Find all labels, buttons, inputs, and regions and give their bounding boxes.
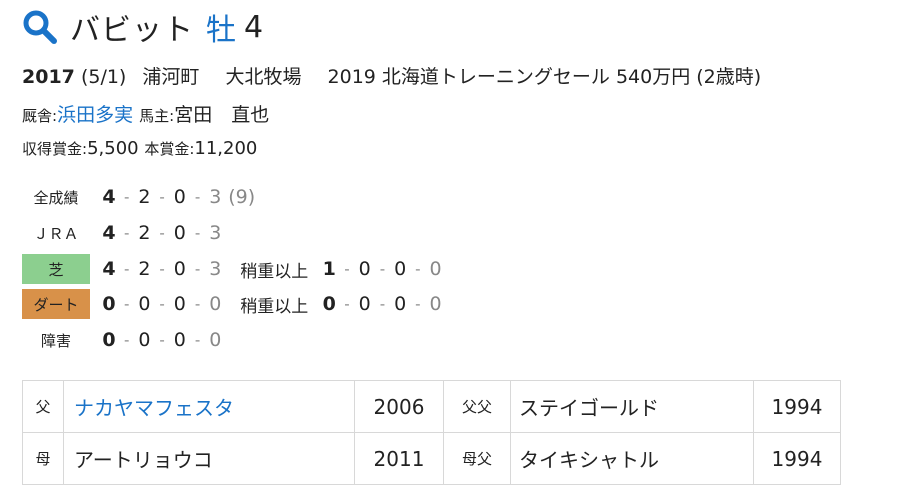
record-others: 0: [209, 293, 222, 315]
record-others: 3: [209, 186, 222, 208]
record-thirds: 0: [173, 258, 186, 280]
sire-sire-year: 1994: [753, 380, 841, 433]
sub-record-thirds: 0: [394, 258, 407, 280]
dam-sire-name: タイキシャトル: [510, 432, 754, 485]
record-label: 障害: [40, 331, 71, 350]
record-seconds: 2: [138, 186, 151, 208]
record-row-jra: ＪＲＡ 4- 2- 0- 3: [22, 218, 622, 248]
record-total: (9): [228, 186, 256, 208]
earnings-value: 5,500: [87, 138, 139, 159]
dam-label: 母: [22, 432, 64, 485]
connections: 厩舎:浜田多実 馬主:宮田 直也: [22, 100, 269, 127]
dam-name: アートリョウコ: [63, 432, 355, 485]
record-wins: 4: [102, 258, 116, 280]
dam-sire-year: 1994: [753, 432, 841, 485]
record-row-dirt: ダート 0- 0- 0- 0 稍重以上 0- 0- 0- 0: [22, 289, 622, 319]
sub-record-others: 0: [429, 258, 442, 280]
sire-year: 2006: [354, 380, 444, 433]
sire-sire-label: 父父: [443, 380, 511, 433]
search-icon[interactable]: [22, 9, 58, 45]
record-wins: 4: [102, 186, 116, 208]
record-row-jump: 障害 0- 0- 0- 0: [22, 325, 622, 355]
record-others: 3: [209, 222, 222, 244]
dam-year: 2011: [354, 432, 444, 485]
birth-region: 浦河町: [142, 66, 200, 88]
sire-link[interactable]: ナカヤマフェスタ: [74, 396, 234, 420]
horse-sex: 牡: [206, 13, 236, 48]
turf-badge: 芝: [22, 254, 90, 284]
table-row: 母 アートリョウコ 2011 母父 タイキシャトル 1994: [22, 432, 841, 485]
earnings-label: 収得賞金:: [22, 140, 88, 158]
record-seconds: 2: [138, 222, 151, 244]
sub-record-others: 0: [429, 293, 442, 315]
owner-name: 宮田 直也: [174, 104, 270, 126]
breeder: 大北牧場: [225, 66, 302, 88]
track-condition-label: 稍重以上: [240, 296, 309, 317]
earnings: 収得賞金:5,500 本賞金:11,200: [22, 138, 257, 159]
birth-info: 2017 (5/1) 浦河町 大北牧場 2019 北海道トレーニングセール 54…: [22, 62, 761, 89]
sale-info: 2019 北海道トレーニングセール 540万円 (2歳時): [327, 66, 762, 88]
record-others: 3: [209, 258, 222, 280]
table-row: 父 ナカヤマフェスタ 2006 父父 ステイゴールド 1994: [22, 380, 841, 433]
prize-value: 11,200: [194, 138, 258, 159]
dirt-badge: ダート: [22, 289, 90, 319]
pedigree-table: 父 ナカヤマフェスタ 2006 父父 ステイゴールド 1994 母 アートリョウ…: [22, 380, 841, 485]
record-wins: 4: [102, 222, 116, 244]
birth-year: 2017: [22, 66, 75, 88]
record-seconds: 0: [138, 293, 151, 315]
sub-record-wins: 0: [322, 293, 336, 315]
record-seconds: 2: [138, 258, 151, 280]
sub-record-seconds: 0: [358, 293, 371, 315]
dam-sire-label: 母父: [443, 432, 511, 485]
record-wins: 0: [102, 293, 116, 315]
owner-label: 馬主:: [139, 107, 175, 125]
sub-record-thirds: 0: [394, 293, 407, 315]
horse-age: 4: [244, 9, 264, 45]
sub-record-seconds: 0: [358, 258, 371, 280]
birth-date: (5/1): [80, 66, 127, 88]
record-thirds: 0: [173, 186, 186, 208]
record-thirds: 0: [173, 293, 186, 315]
sub-record-wins: 1: [322, 258, 336, 280]
record-thirds: 0: [173, 222, 186, 244]
record-wins: 0: [102, 329, 116, 351]
prize-label: 本賞金:: [144, 140, 195, 158]
record-label: 全成績: [33, 188, 79, 207]
record-others: 0: [209, 329, 222, 351]
record-seconds: 0: [138, 329, 151, 351]
sire-sire-name: ステイゴールド: [510, 380, 754, 433]
sire-label: 父: [22, 380, 64, 433]
record-label: ＪＲＡ: [33, 224, 79, 243]
record-row-turf: 芝 4- 2- 0- 3 稍重以上 1- 0- 0- 0: [22, 254, 622, 284]
track-condition-label: 稍重以上: [240, 261, 309, 282]
trainer-label: 厩舎:: [22, 107, 58, 125]
horse-name: バビット: [70, 13, 194, 48]
horse-title: バビット 牡 4: [22, 6, 263, 48]
record-thirds: 0: [173, 329, 186, 351]
trainer-link[interactable]: 浜田多実: [57, 104, 133, 126]
record-row-all: 全成績 4- 2- 0- 3 (9): [22, 182, 622, 212]
